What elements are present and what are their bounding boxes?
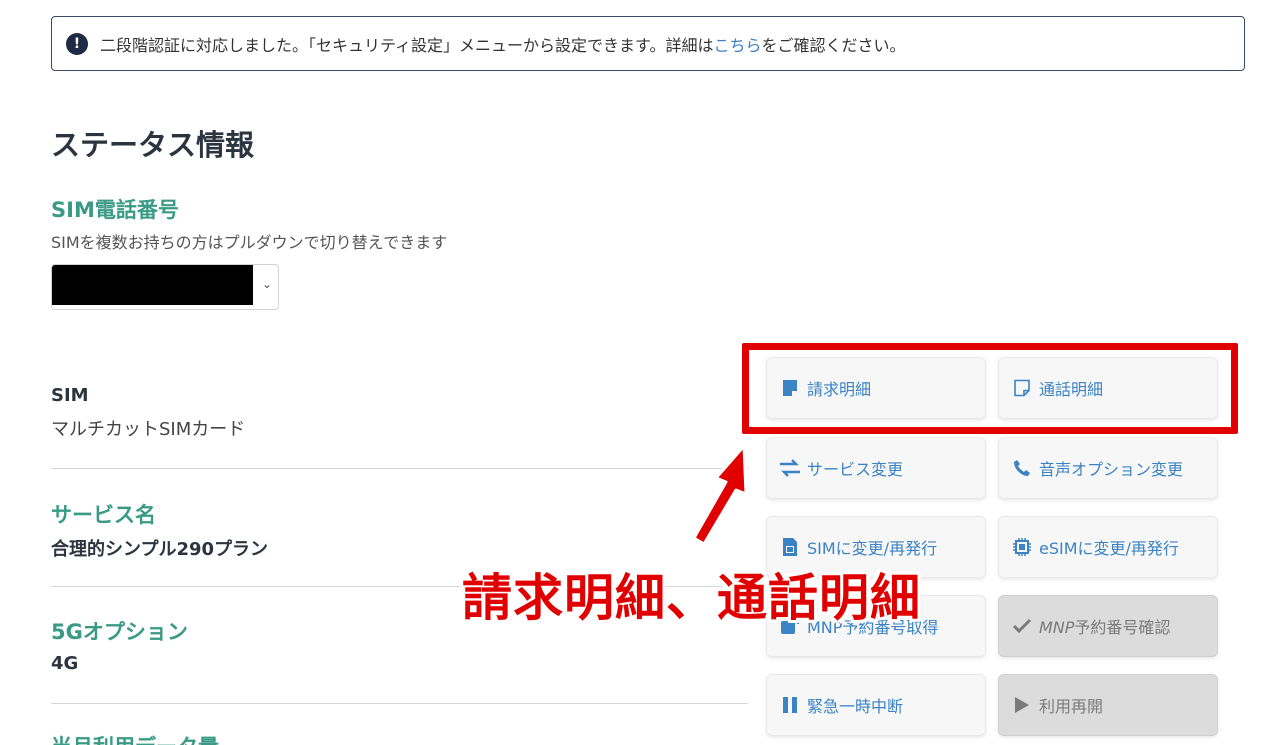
- billing-details-label: 請求明細: [807, 380, 872, 399]
- redacted-phone-number: [52, 265, 253, 305]
- sim-label: SIM: [51, 385, 89, 406]
- notice-banner: ! 二段階認証に対応しました。「セキュリティ設定」メニューから設定できます。詳細…: [51, 16, 1245, 71]
- esim-reissue-label: eSIMに変更/再発行: [1039, 539, 1179, 558]
- sim-reissue-label: SIMに変更/再発行: [807, 539, 938, 558]
- call-details-button[interactable]: 通話明細: [998, 357, 1218, 419]
- voice-option-change-button[interactable]: 音声オプション変更: [998, 437, 1218, 499]
- sim-card-icon: [779, 536, 801, 558]
- sim-number-description: SIMを複数お持ちの方はプルダウンで切り替えできます: [51, 233, 448, 252]
- service-change-label: サービス変更: [807, 460, 904, 479]
- note-icon: [1011, 377, 1033, 399]
- notice-text: 二段階認証に対応しました。「セキュリティ設定」メニューから設定できます。詳細はこ…: [100, 35, 906, 55]
- receipt-icon: [779, 377, 801, 399]
- resume-button[interactable]: 利用再開: [998, 674, 1218, 736]
- 5g-option-label: 5Gオプション: [51, 620, 188, 644]
- divider: [51, 468, 748, 469]
- sim-number-select[interactable]: ⌄: [51, 264, 279, 310]
- sim-number-title: SIM電話番号: [51, 198, 179, 222]
- monthly-data-label: 当月利用データ量: [51, 731, 219, 745]
- service-change-button[interactable]: サービス変更: [766, 437, 986, 499]
- exchange-icon: [779, 457, 801, 479]
- annotation-label: 請求明細、通話明細: [462, 569, 921, 627]
- notice-link[interactable]: こちら: [713, 36, 761, 55]
- mnp-number-confirm-button[interactable]: MNP予約番号確認: [998, 595, 1218, 657]
- service-name-value: 合理的シンプル290プラン: [51, 539, 269, 560]
- emergency-stop-button[interactable]: 緊急一時中断: [766, 674, 986, 736]
- sim-value: マルチカットSIMカード: [51, 419, 246, 440]
- pause-icon: [779, 694, 801, 716]
- 5g-option-value: 4G: [51, 653, 79, 674]
- voice-option-change-label: 音声オプション変更: [1039, 460, 1184, 479]
- exclamation-icon: !: [66, 32, 88, 55]
- esim-reissue-button[interactable]: eSIMに変更/再発行: [998, 516, 1218, 578]
- emergency-stop-label: 緊急一時中断: [807, 697, 904, 716]
- chevron-down-icon: ⌄: [261, 277, 272, 291]
- mnp-number-confirm-label: MNP予約番号確認: [1039, 618, 1171, 637]
- page-title: ステータス情報: [51, 128, 255, 162]
- chip-icon: [1011, 536, 1033, 558]
- annotation-arrow-icon: [692, 444, 748, 546]
- billing-details-button[interactable]: 請求明細: [766, 357, 986, 419]
- call-details-label: 通話明細: [1039, 380, 1104, 399]
- phone-icon: [1011, 457, 1033, 479]
- resume-label: 利用再開: [1039, 697, 1104, 716]
- play-icon: [1011, 694, 1033, 716]
- service-name-label: サービス名: [51, 503, 156, 527]
- divider: [51, 703, 748, 704]
- check-icon: [1011, 615, 1033, 637]
